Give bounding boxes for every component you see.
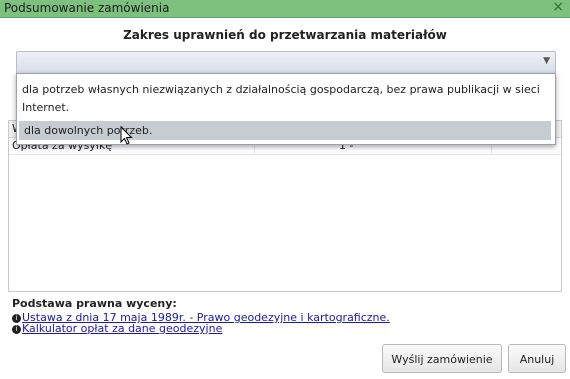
license-scope-select[interactable]: ▼	[16, 51, 556, 74]
cancel-button[interactable]: Anuluj	[508, 344, 566, 373]
dropdown-option-personal-use[interactable]: dla potrzeb własnych niezwiązanych z dzi…	[22, 81, 546, 117]
chevron-down-icon[interactable]: ▼	[543, 56, 550, 66]
close-icon[interactable]: ×	[552, 0, 564, 15]
legal-basis-label: Podstawa prawna wyceny:	[12, 297, 177, 310]
mouse-cursor-icon	[120, 126, 133, 145]
submit-order-button[interactable]: Wyślij zamówienie	[382, 344, 502, 373]
calculator-link[interactable]: i Kalkulator opłat za dane geodezyjne	[12, 322, 222, 335]
license-scope-dropdown[interactable]: dla potrzeb własnych niezwiązanych z dzi…	[16, 73, 556, 145]
info-icon: i	[12, 324, 21, 334]
order-summary-table: W Opłata za wysyłkę 1 -	[8, 120, 562, 292]
calculator-link-text[interactable]: Kalkulator opłat za dane geodezyjne	[22, 322, 222, 335]
window-title: Podsumowanie zamówienia	[4, 1, 170, 15]
window-titlebar: Podsumowanie zamówienia ×	[0, 0, 570, 18]
section-heading: Zakres uprawnień do przetwarzania materi…	[123, 28, 447, 42]
dropdown-option-any-use[interactable]: dla dowolnych potrzeb.	[19, 121, 551, 140]
